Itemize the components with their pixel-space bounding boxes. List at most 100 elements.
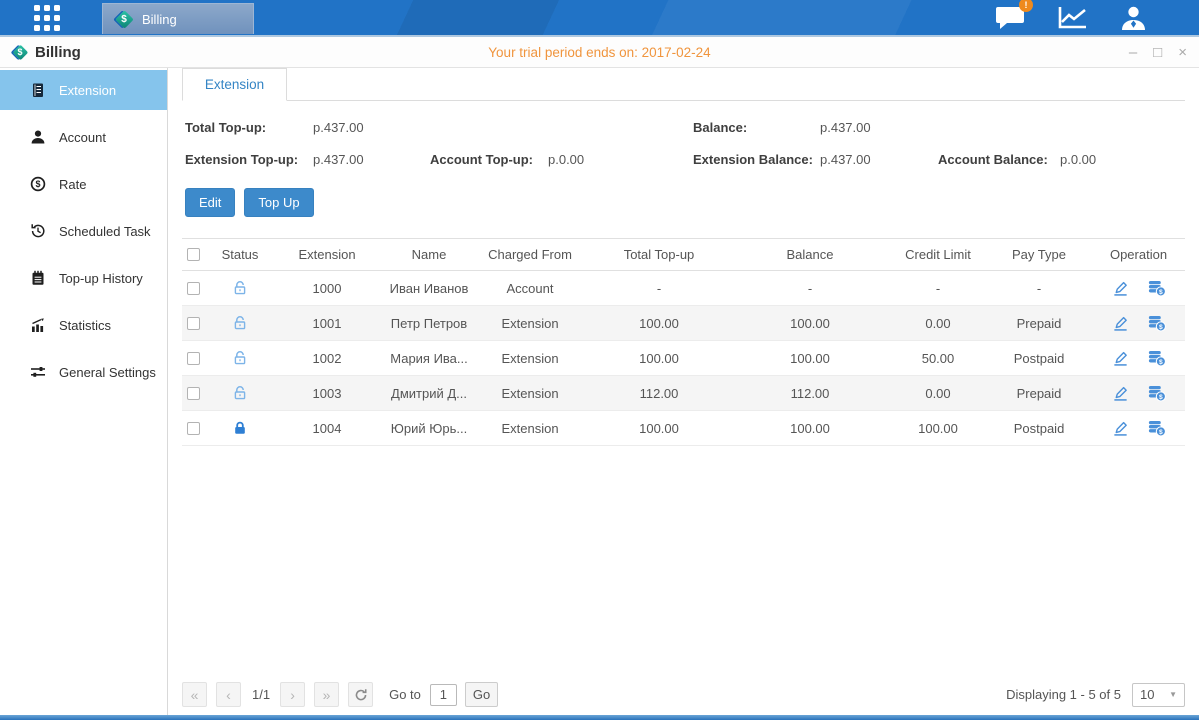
pagination-bar: « ‹ 1/1 › » Go to Go Displaying 1 - 5 of… (182, 682, 1185, 707)
sidebar-item-scheduled-task[interactable]: Scheduled Task (0, 211, 167, 251)
sidebar-item-label: General Settings (59, 365, 156, 380)
chevron-down-icon: ▼ (1169, 690, 1177, 699)
apps-grid-icon[interactable] (34, 5, 60, 31)
name-cell: Мария Ива... (386, 351, 472, 366)
balance-cell: 112.00 (730, 386, 890, 401)
go-button[interactable]: Go (465, 682, 498, 707)
topup-coins-icon[interactable]: $ (1147, 384, 1166, 402)
app-body: Extension Account $ Rate (0, 68, 1199, 715)
row-checkbox[interactable] (187, 422, 200, 435)
sidebar-item-extension[interactable]: Extension (0, 70, 167, 110)
sidebar-item-statistics[interactable]: Statistics (0, 305, 167, 345)
row-checkbox[interactable] (187, 352, 200, 365)
pay-type-cell: Postpaid (986, 421, 1092, 436)
app-window: $ Billing ! (0, 0, 1199, 720)
app-tab-billing[interactable]: $ Billing (102, 3, 254, 34)
page-size-select[interactable]: 10 ▼ (1132, 683, 1185, 707)
credit-limit-cell: 100.00 (890, 421, 986, 436)
tab-extension[interactable]: Extension (182, 68, 287, 101)
sidebar-item-account[interactable]: Account (0, 117, 167, 157)
table-row: 1002 Мария Ива... Extension 100.00 100.0… (182, 341, 1185, 376)
balance-cell: 100.00 (730, 316, 890, 331)
balance-cell: 100.00 (730, 421, 890, 436)
lock-status-icon[interactable] (232, 350, 248, 366)
pay-type-cell: Postpaid (986, 351, 1092, 366)
top-app-bar: $ Billing ! (0, 0, 1199, 37)
ledger-icon (30, 82, 46, 98)
sliders-icon (30, 364, 46, 380)
credit-limit-cell: 50.00 (890, 351, 986, 366)
name-cell: Иван Иванов (386, 281, 472, 296)
goto-label: Go to (389, 687, 421, 702)
lock-status-icon[interactable] (232, 315, 248, 331)
charged-from-cell: Extension (472, 351, 588, 366)
pay-type-cell: - (986, 281, 1092, 296)
balance-cell: - (730, 281, 890, 296)
edit-icon[interactable] (1112, 315, 1129, 332)
prev-page-button[interactable]: ‹ (216, 682, 241, 707)
table-body: 1000 Иван Иванов Account - - - - $ (182, 271, 1185, 446)
table-header: Status Extension Name Charged From Total… (182, 238, 1185, 271)
user-account-icon[interactable] (1120, 5, 1147, 31)
col-balance: Balance (730, 247, 890, 262)
summary-account-topup: Account Top-up: p.0.00 (430, 152, 693, 167)
next-page-button[interactable]: › (280, 682, 305, 707)
billing-diamond-icon: $ (115, 10, 133, 28)
edit-icon[interactable] (1112, 420, 1129, 437)
topup-coins-icon[interactable]: $ (1147, 314, 1166, 332)
topbar-icons: ! (995, 5, 1147, 31)
svg-text:$: $ (35, 179, 40, 189)
sidebar-item-rate[interactable]: $ Rate (0, 164, 167, 204)
edit-button[interactable]: Edit (185, 188, 235, 217)
topup-coins-icon[interactable]: $ (1147, 349, 1166, 367)
topup-coins-icon[interactable]: $ (1147, 279, 1166, 297)
select-all-checkbox[interactable] (187, 248, 200, 261)
notifications-icon[interactable]: ! (995, 5, 1025, 30)
window-title: Billing (35, 44, 81, 61)
edit-icon[interactable] (1112, 280, 1129, 297)
extension-cell: 1003 (268, 386, 386, 401)
svg-text:$: $ (1159, 429, 1163, 436)
window-title-bar: $ Billing Your trial period ends on: 201… (0, 37, 1199, 68)
sidebar-item-label: Extension (59, 83, 116, 98)
table-row: 1004 Юрий Юрь... Extension 100.00 100.00… (182, 411, 1185, 446)
lock-status-icon[interactable] (232, 385, 248, 401)
extension-cell: 1004 (268, 421, 386, 436)
window-billing-icon: $ (12, 44, 28, 60)
maximize-icon[interactable]: □ (1153, 45, 1162, 60)
close-icon[interactable]: × (1178, 45, 1187, 60)
sidebar-item-label: Top-up History (59, 271, 143, 286)
last-page-button[interactable]: » (314, 682, 339, 707)
sidebar-item-label: Rate (59, 177, 86, 192)
topup-button[interactable]: Top Up (244, 188, 313, 217)
row-checkbox[interactable] (187, 387, 200, 400)
displaying-text: Displaying 1 - 5 of 5 (1006, 687, 1121, 702)
goto-page-input[interactable] (430, 684, 457, 706)
sidebar-item-topup-history[interactable]: Top-up History (0, 258, 167, 298)
summary-balance: Balance: p.437.00 (693, 120, 938, 135)
row-checkbox[interactable] (187, 317, 200, 330)
row-checkbox[interactable] (187, 282, 200, 295)
edit-icon[interactable] (1112, 385, 1129, 402)
action-buttons: Edit Top Up (185, 188, 1185, 217)
lock-status-icon[interactable] (232, 280, 248, 296)
name-cell: Петр Петров (386, 316, 472, 331)
sidebar-item-general-settings[interactable]: General Settings (0, 352, 167, 392)
first-page-button[interactable]: « (182, 682, 207, 707)
refresh-button[interactable] (348, 682, 373, 707)
minimize-icon[interactable]: – (1129, 45, 1137, 60)
reports-chart-icon[interactable] (1057, 5, 1088, 30)
col-pay-type: Pay Type (986, 247, 1092, 262)
lock-status-icon[interactable] (232, 420, 248, 436)
col-name: Name (386, 247, 472, 262)
extension-cell: 1001 (268, 316, 386, 331)
summary-account-balance: Account Balance: p.0.00 (938, 152, 1182, 167)
svg-text:$: $ (1159, 359, 1163, 366)
extensions-table: Status Extension Name Charged From Total… (182, 238, 1185, 446)
col-credit-limit: Credit Limit (890, 247, 986, 262)
svg-text:$: $ (1159, 289, 1163, 296)
pay-type-cell: Prepaid (986, 386, 1092, 401)
history-clock-icon (30, 223, 46, 239)
edit-icon[interactable] (1112, 350, 1129, 367)
topup-coins-icon[interactable]: $ (1147, 419, 1166, 437)
